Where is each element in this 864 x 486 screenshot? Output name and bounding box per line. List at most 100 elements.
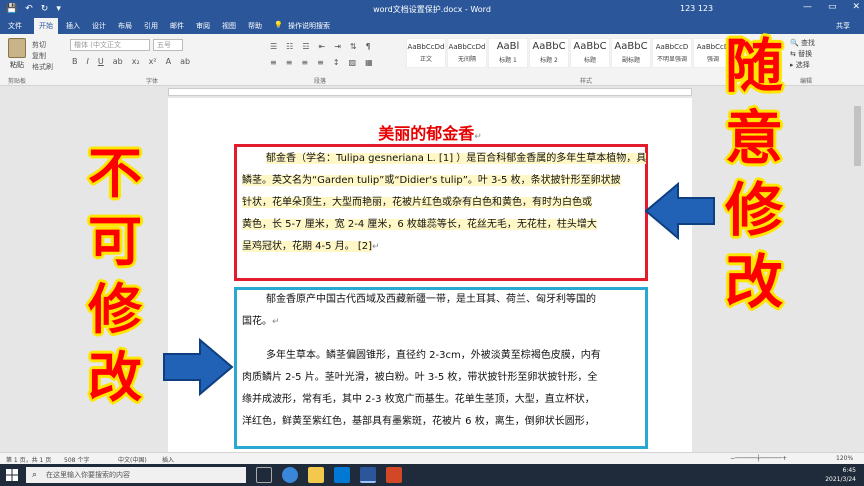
windows-start-icon[interactable]: [6, 469, 18, 481]
copy-button[interactable]: 复制: [32, 51, 53, 62]
edge-icon[interactable]: [282, 467, 298, 483]
vertical-scrollbar[interactable]: [851, 98, 864, 452]
group-label-clipboard: 剪贴板: [8, 78, 27, 85]
left-arrow-icon: [644, 182, 715, 240]
group-label-paragraph: 段落: [314, 78, 327, 85]
paste-button[interactable]: 粘贴: [6, 38, 28, 70]
text-line: 鳞茎。英文名为“Garden tulip”或“Didier's tulip”。叶…: [242, 175, 621, 186]
tab-layout[interactable]: 布局: [118, 21, 132, 31]
clipboard-commands: 剪切 复制 格式刷: [32, 40, 53, 73]
tab-references[interactable]: 引用: [144, 21, 158, 31]
clock-time: 6:45: [842, 467, 856, 474]
taskbar-search-box[interactable]: ⌕ 在这里输入你要搜索的内容: [26, 467, 246, 483]
ruler-track[interactable]: [168, 88, 692, 96]
sort-icon[interactable]: ⇅: [350, 42, 357, 51]
tab-mailings[interactable]: 邮件: [170, 21, 184, 31]
justify-icon[interactable]: ≡: [317, 58, 324, 67]
paragraph-origin[interactable]: 郁金香原产中国古代西域及西藏新疆一带，是土耳其、荷兰、匈牙利等国的 国花。↵: [242, 289, 596, 333]
clock-date: 2021/3/24: [825, 476, 856, 483]
task-view-icon[interactable]: [256, 467, 272, 483]
decrease-indent-icon[interactable]: ⇤: [319, 42, 326, 51]
subscript-button[interactable]: x₂: [132, 57, 140, 66]
paragraph-row-2: ≡ ≡ ≡ ≡ ↕ ▨ ▦: [270, 58, 373, 67]
style-subtle-emphasis[interactable]: AaBbCcD 不明显强调: [652, 38, 692, 68]
windows-taskbar: ⌕ 在这里输入你要搜索的内容 6:45 2021/3/24: [0, 464, 864, 486]
line-spacing-icon[interactable]: ↕: [333, 58, 340, 67]
underline-button[interactable]: U: [98, 57, 104, 66]
insert-mode[interactable]: 插入: [162, 455, 174, 464]
minimize-button[interactable]: —: [803, 2, 812, 12]
font-size-select[interactable]: 五号: [153, 39, 183, 51]
clipboard-icon: [8, 38, 26, 58]
cut-button[interactable]: 剪切: [32, 40, 53, 51]
share-button[interactable]: 共享: [836, 21, 850, 31]
document-heading: 美丽的郁金香↵: [378, 124, 482, 143]
text-line: 缘并成波形，常有毛，其中 2-3 枚宽广而基生。花单生茎顶，大型，直立杯状，: [242, 394, 595, 405]
title-bar: 💾 ↶ ↻ ▾ word文档设置保护.docx - Word 123 123 —…: [0, 0, 864, 18]
word-count[interactable]: 508 个字: [64, 455, 89, 464]
font-color-button[interactable]: A: [166, 57, 171, 66]
tab-view[interactable]: 视图: [222, 21, 236, 31]
borders-icon[interactable]: ▦: [365, 58, 373, 67]
group-label-font: 字体: [146, 78, 159, 85]
align-right-icon[interactable]: ≡: [301, 58, 308, 67]
document-page[interactable]: 美丽的郁金香↵ 郁金香（学名：Tulipa gesneriana L. [1] …: [168, 98, 692, 452]
zoom-level[interactable]: 120%: [836, 455, 853, 462]
multilevel-list-icon[interactable]: ☲: [302, 42, 309, 51]
tell-me-search[interactable]: 操作说明搜索: [288, 21, 330, 31]
file-explorer-icon[interactable]: [308, 467, 324, 483]
align-left-icon[interactable]: ≡: [270, 58, 277, 67]
align-center-icon[interactable]: ≡: [286, 58, 293, 67]
styles-gallery: AaBbCcDd 正文 AaBbCcDd 无间隔 AaBl 标题 1 AaBbC 标题 …: [406, 38, 734, 68]
window-title: word文档设置保护.docx - Word: [373, 5, 491, 14]
superscript-button[interactable]: x²: [149, 57, 157, 66]
tab-design[interactable]: 设计: [92, 21, 106, 31]
increase-indent-icon[interactable]: ⇥: [334, 42, 341, 51]
callout-freely-editable: 随 意 修 改: [724, 32, 783, 316]
tab-insert[interactable]: 插入: [66, 21, 80, 31]
style-no-spacing[interactable]: AaBbCcDd 无间隔: [447, 38, 487, 68]
text-line: 针状，花单朵顶生，大型而艳丽，花被片红色或杂有白色和黄色，有时为白色或: [242, 197, 592, 208]
language-indicator[interactable]: 中文(中国): [118, 455, 147, 464]
close-button[interactable]: ✕: [852, 2, 860, 12]
taskbar-apps: [256, 467, 402, 483]
paragraph-description[interactable]: 多年生草本。鳞茎偏圆锥形，直径约 2-3cm，外被淡黄至棕褐色皮膜，内有 肉质鳞…: [242, 345, 601, 433]
font-name-select[interactable]: 楷体 (中文正文: [70, 39, 150, 51]
system-tray[interactable]: 6:45 2021/3/24: [825, 466, 856, 484]
italic-button[interactable]: I: [87, 57, 89, 66]
status-bar: 第 1 页，共 1 页 508 个字 中文(中国) 插入 −──────┼───…: [0, 452, 864, 464]
text-line: 郁金香（学名：Tulipa gesneriana L. [1] ）是百合科郁金香…: [266, 153, 647, 164]
tab-file[interactable]: 文件: [8, 21, 22, 31]
format-painter-button[interactable]: 格式刷: [32, 62, 53, 73]
style-title[interactable]: AaBbC 标题: [570, 38, 610, 68]
zoom-slider[interactable]: −──────┼──────+: [730, 455, 787, 462]
style-normal[interactable]: AaBbCcDd 正文: [406, 38, 446, 68]
text-line: 多年生草本。鳞茎偏圆锥形，直径约 2-3cm，外被淡黄至棕褐色皮膜，内有: [266, 350, 601, 361]
style-subtitle[interactable]: AaBbC 副标题: [611, 38, 651, 68]
protected-paragraph[interactable]: 郁金香（学名：Tulipa gesneriana L. [1] ）是百合科郁金香…: [242, 148, 647, 258]
callout-not-editable: 不 可 修 改: [88, 142, 142, 409]
tab-review[interactable]: 审阅: [196, 21, 210, 31]
style-heading-2[interactable]: AaBbC 标题 2: [529, 38, 569, 68]
tab-help[interactable]: 帮助: [248, 21, 262, 31]
page-count[interactable]: 第 1 页，共 1 页: [6, 455, 51, 464]
highlight-button[interactable]: ab: [180, 57, 190, 66]
scrollbar-thumb[interactable]: [854, 106, 861, 166]
powerpoint-icon[interactable]: [386, 467, 402, 483]
shading-icon[interactable]: ▨: [349, 58, 357, 67]
style-heading-1[interactable]: AaBl 标题 1: [488, 38, 528, 68]
text-line: 呈鸡冠状，花期 4-5 月。 [2]: [242, 241, 373, 252]
strikethrough-button[interactable]: ab: [113, 57, 123, 66]
numbering-icon[interactable]: ☷: [286, 42, 293, 51]
user-name[interactable]: 123 123: [680, 4, 713, 13]
tab-home[interactable]: 开始: [34, 18, 58, 34]
maximize-button[interactable]: ▭: [828, 2, 837, 12]
text-line: 洋红色，鲜黄至紫红色，基部具有墨紫斑，花被片 6 枚，离生，倒卵状长圆形，: [242, 416, 595, 427]
word-icon[interactable]: [360, 467, 376, 483]
store-icon[interactable]: [334, 467, 350, 483]
text-line: 黄色，长 5-7 厘米，宽 2-4 厘米，6 枚雄蕊等长，花丝无毛，无花柱，柱头…: [242, 219, 597, 230]
bullets-icon[interactable]: ☰: [270, 42, 277, 51]
group-label-editing: 编辑: [800, 78, 813, 85]
bold-button[interactable]: B: [72, 57, 78, 66]
show-marks-icon[interactable]: ¶: [366, 42, 371, 51]
